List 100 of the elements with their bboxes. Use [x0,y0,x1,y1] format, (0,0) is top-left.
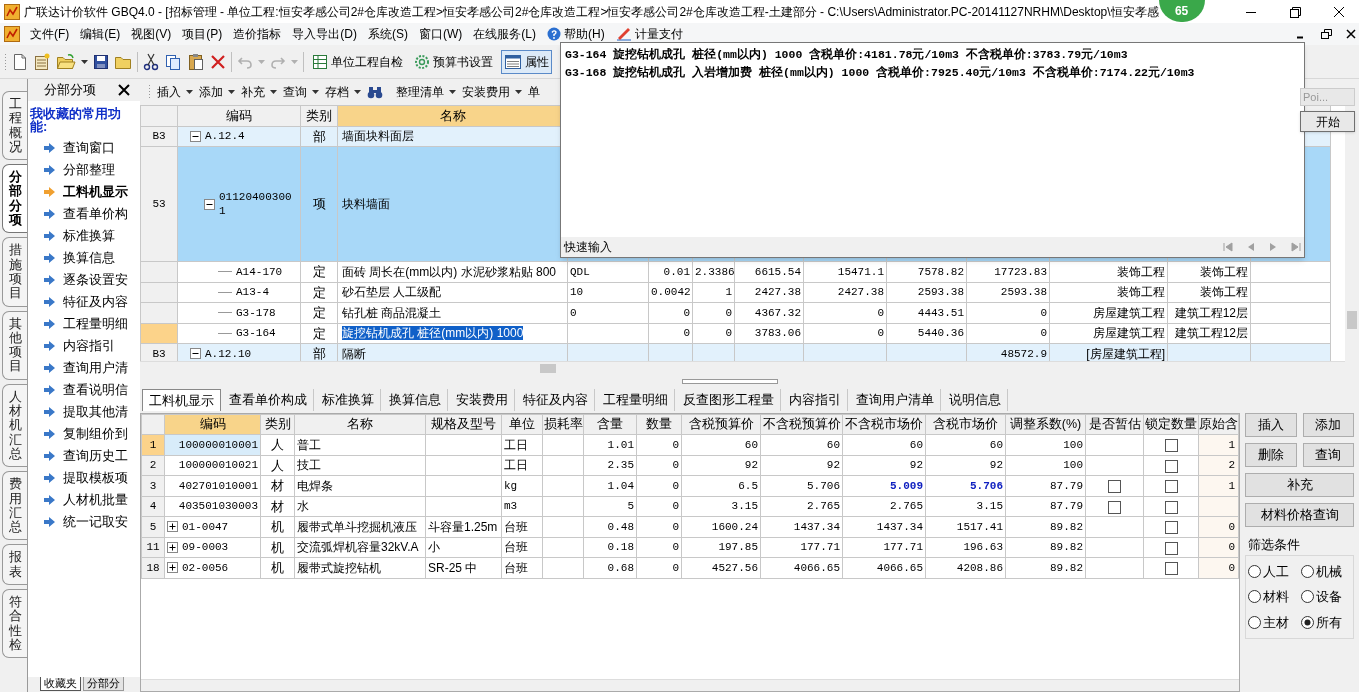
side-panel-item[interactable]: 查看说明信 [28,379,140,401]
row-header[interactable]: 53 [140,146,178,262]
expand-icon[interactable] [167,562,178,574]
column-header[interactable]: 编码 [164,414,261,435]
column-header[interactable]: 锁定数量 [1143,414,1199,435]
collapse-icon[interactable] [190,130,201,142]
row-header[interactable]: B3 [140,126,178,147]
restore-icon[interactable] [1318,26,1334,42]
caret-icon[interactable] [312,90,319,94]
side-panel-item[interactable]: 统一记取安 [28,511,140,533]
radio-option[interactable]: 人工 [1248,561,1301,581]
paste-icon[interactable] [187,52,205,71]
row-header[interactable]: 18 [141,557,165,578]
menu-button[interactable]: 查询 [283,83,319,101]
side-panel-item[interactable]: 提取模板项 [28,467,140,489]
menu-item[interactable]: 造价指标 [232,25,283,43]
checkbox[interactable] [1108,500,1121,514]
side-panel-item[interactable]: 特征及内容 [28,291,140,313]
side-panel-item[interactable]: 查询用户清 [28,357,140,379]
caret-icon[interactable] [81,59,88,64]
collapse-icon[interactable] [190,348,201,360]
column-header[interactable]: 含量 [583,414,637,435]
tab[interactable]: 安装费用 [450,389,515,411]
tab[interactable]: 查看单价构成 [223,389,314,411]
action-button[interactable]: 添加 [1302,413,1354,437]
action-button[interactable]: 材料价格查询 [1245,503,1354,527]
tab[interactable]: 特征及内容 [517,389,595,411]
column-header[interactable]: 编码 [177,105,301,126]
row-header[interactable]: 5 [141,516,165,537]
radio-option[interactable]: 设备 [1300,587,1353,607]
side-panel-item[interactable]: 内容指引 [28,335,140,357]
caret-icon[interactable] [270,90,277,94]
side-panel-item[interactable]: 复制组价到 [28,423,140,445]
radio-option[interactable]: 材料 [1248,587,1301,607]
menu-item[interactable]: 窗口(W) [418,25,464,43]
side-panel-item[interactable]: 换算信息 [28,247,140,269]
column-header[interactable]: 数量 [636,414,682,435]
menu-item[interactable]: 文件(F) [29,25,71,43]
checkbox[interactable] [1164,541,1178,555]
side-tab[interactable]: 其他项目 [2,310,27,380]
radio-icon[interactable] [1248,590,1261,604]
checkbox[interactable] [1164,439,1178,453]
action-button[interactable]: 查询 [1302,443,1354,467]
menu-button[interactable]: 添加 [199,83,235,101]
column-header[interactable]: 类别 [300,105,338,126]
side-panel-item[interactable]: 工料机显示 [28,181,140,203]
delete-icon[interactable] [210,53,226,70]
tab[interactable]: 说明信息 [943,389,1008,411]
caret-icon[interactable] [354,90,361,94]
row-header[interactable]: 3 [141,475,165,496]
column-header[interactable]: 原始含 [1198,414,1239,435]
price-line[interactable]: G3-168 旋挖钻机成孔 入岩增加费 桩径(mm以内) 1000 含税单价:7925.40元/10m3 不含税单价:7174.22元/10m3 [565,65,1304,81]
row-header[interactable]: 1 [141,434,165,455]
horizontal-scrollbar[interactable] [141,679,1239,691]
column-header[interactable]: 损耗率 [542,414,584,435]
caret-icon[interactable] [449,90,456,94]
close-icon[interactable] [118,84,130,96]
panel-tab[interactable]: 收藏夹 [40,677,81,691]
column-header[interactable]: 调整系数(%) [1005,414,1086,435]
tab[interactable]: 反查图形工程量 [677,389,781,411]
side-tab[interactable]: 分部分项 [2,164,27,234]
collapse-icon[interactable] [204,198,215,210]
copy-icon[interactable] [164,52,182,71]
vertical-scrollbar[interactable] [1345,105,1359,375]
side-panel-item[interactable]: 人材机批量 [28,489,140,511]
checkbox[interactable] [1108,480,1121,494]
side-tab[interactable]: 人材机汇总 [2,383,27,468]
table-row[interactable]: A13-4 定 砂石垫层 人工级配 10 0.0042 1 2427.38 2427.38 2593.38 2593.38 装饰工程 装饰工程 [140,282,1331,303]
expand-icon[interactable] [167,521,178,533]
column-header[interactable]: 类别 [260,414,295,435]
menu-button[interactable]: 插入 [157,83,193,101]
column-header[interactable]: 单位 [501,414,543,435]
radio-icon[interactable] [1300,564,1314,578]
side-panel-item[interactable]: 标准换算 [28,225,140,247]
splitter-handle[interactable] [681,378,778,384]
tab[interactable]: 换算信息 [383,389,448,411]
radio-option[interactable]: 机械 [1300,561,1353,581]
menu-item[interactable]: 项目(P) [181,25,224,43]
radio-icon[interactable] [1300,615,1314,629]
action-button[interactable]: 删除 [1245,443,1297,467]
action-button[interactable]: 插入 [1245,413,1297,437]
menu-item[interactable]: 视图(V) [130,25,173,43]
action-button[interactable]: 补充 [1245,473,1354,497]
radio-option[interactable]: 主材 [1248,612,1301,632]
caret-icon[interactable] [228,90,235,94]
column-header[interactable]: 规格及型号 [425,414,502,435]
price-line[interactable]: G3-164 旋挖钻机成孔 桩径(mm以内) 1000 含税单价:4181.78元/10m3 不含税单价:3783.79元/10m3 [565,47,1304,63]
tab[interactable]: 内容指引 [783,389,848,411]
checkbox[interactable] [1164,480,1178,494]
side-tab[interactable]: 措施项目 [2,237,27,307]
menu-button[interactable]: 整理清单 [396,83,456,101]
toolbar-button[interactable]: 属性 [501,49,552,74]
tab[interactable]: 工程量明细 [597,389,675,411]
side-panel-item[interactable]: 工程量明细 [28,313,140,335]
column-header[interactable]: 名称 [294,414,426,435]
row-header[interactable]: 2 [141,455,165,476]
menu-item[interactable]: 编辑(E) [79,25,122,43]
menu-button[interactable]: 补充 [241,83,277,101]
side-tab[interactable]: 符合性检 [2,589,27,659]
start-button[interactable]: 开始 [1300,111,1355,132]
